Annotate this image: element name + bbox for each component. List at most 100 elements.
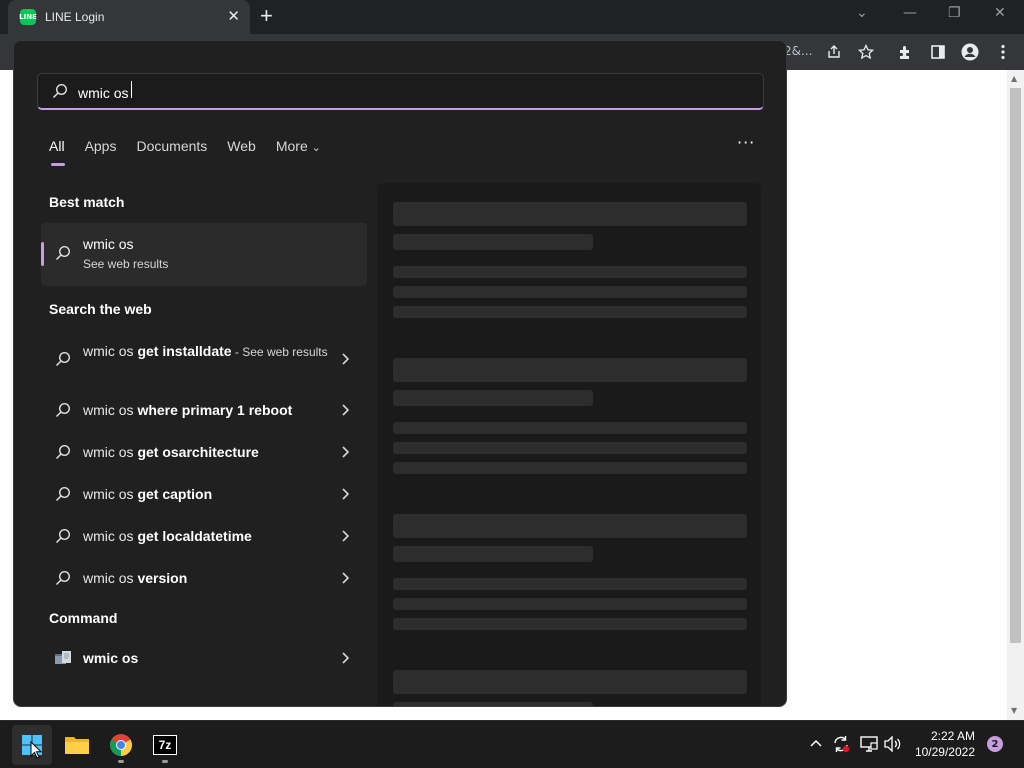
query-prefix: wmic os bbox=[83, 570, 138, 586]
minimize-icon[interactable]: — bbox=[903, 5, 917, 21]
chevron-right-icon[interactable] bbox=[341, 350, 350, 369]
profile-icon[interactable] bbox=[960, 42, 980, 62]
7zip-icon: 7z bbox=[153, 735, 177, 755]
preview-pane-loading bbox=[377, 183, 761, 706]
sync-icon[interactable] bbox=[832, 735, 850, 753]
web-result-text: wmic os get installdate - See web result… bbox=[83, 341, 333, 362]
active-tab-indicator bbox=[51, 163, 65, 166]
web-result-text: wmic os get osarchitecture bbox=[83, 442, 333, 462]
notification-badge[interactable]: 2 bbox=[987, 736, 1003, 752]
tab-more-label: More bbox=[275, 138, 308, 154]
7zip-button[interactable]: 7z bbox=[145, 725, 185, 765]
web-result-item[interactable]: wmic os get caption bbox=[41, 483, 367, 505]
tab-web[interactable]: Web bbox=[227, 138, 256, 162]
chevron-right-icon[interactable] bbox=[341, 569, 350, 588]
file-explorer-button[interactable] bbox=[57, 725, 97, 765]
text-caret bbox=[130, 81, 132, 98]
skeleton-line bbox=[393, 618, 747, 630]
query-prefix: wmic os bbox=[83, 486, 138, 502]
more-options-icon[interactable]: ··· bbox=[737, 133, 755, 152]
skeleton-line bbox=[393, 202, 747, 226]
web-result-item[interactable]: wmic os get osarchitecture bbox=[41, 441, 367, 463]
window-close-icon[interactable]: ✕ bbox=[994, 5, 1006, 21]
tab-all[interactable]: All bbox=[49, 138, 65, 166]
command-title: wmic os bbox=[83, 650, 139, 666]
browser-titlebar: LINE LINE Login ✕ + ⌄ — ❐ ✕ bbox=[0, 0, 1024, 34]
web-result-item[interactable]: wmic os get installdate - See web result… bbox=[41, 339, 367, 381]
chevron-right-icon[interactable] bbox=[341, 527, 350, 546]
search-input[interactable]: wmic os bbox=[78, 81, 678, 101]
filter-tabs: All Apps Documents Web More ⌄ bbox=[49, 138, 341, 166]
favicon-text: LINE bbox=[19, 13, 37, 21]
web-result-item[interactable]: wmic os version bbox=[41, 567, 367, 589]
tab-close-icon[interactable]: ✕ bbox=[227, 9, 240, 24]
skeleton-line bbox=[393, 598, 747, 610]
suggestion-bold: version bbox=[137, 570, 188, 586]
search-web-heading: Search the web bbox=[49, 301, 152, 317]
suggestion-bold: get localdatetime bbox=[137, 528, 252, 544]
query-prefix: wmic os bbox=[83, 444, 138, 460]
search-icon bbox=[55, 351, 71, 367]
volume-icon[interactable] bbox=[884, 736, 902, 752]
chevron-right-icon[interactable] bbox=[341, 649, 350, 668]
extensions-icon[interactable] bbox=[896, 42, 916, 62]
tab-apps[interactable]: Apps bbox=[85, 138, 117, 162]
chevron-right-icon[interactable] bbox=[341, 443, 350, 462]
search-icon bbox=[52, 83, 68, 99]
search-icon bbox=[55, 444, 71, 460]
search-box[interactable]: wmic os bbox=[37, 73, 764, 110]
command-result-item[interactable]: wmic os bbox=[41, 647, 367, 669]
query-prefix: wmic os bbox=[83, 402, 138, 418]
tab-title: LINE Login bbox=[45, 10, 105, 24]
web-result-text: wmic os get localdatetime bbox=[83, 526, 333, 546]
web-result-text: wmic os where primary 1 reboot bbox=[83, 400, 333, 420]
scroll-up-arrow-icon[interactable]: ▲ bbox=[1011, 74, 1017, 83]
skeleton-line bbox=[393, 462, 747, 474]
best-match-result[interactable]: wmic os See web results bbox=[41, 223, 367, 286]
page-scrollbar[interactable]: ▲ ▼ bbox=[1007, 70, 1024, 720]
side-panel-icon[interactable] bbox=[928, 42, 948, 62]
tab-more[interactable]: More ⌄ bbox=[276, 138, 321, 162]
search-icon bbox=[55, 486, 71, 502]
command-heading: Command bbox=[49, 610, 118, 626]
running-indicator bbox=[162, 760, 168, 763]
menu-icon[interactable] bbox=[993, 42, 1013, 62]
chrome-button[interactable] bbox=[101, 725, 141, 765]
suggestion-bold: get caption bbox=[137, 486, 213, 502]
skeleton-line bbox=[393, 390, 593, 406]
best-match-title: wmic os bbox=[83, 236, 134, 252]
suggestion-bold: get osarchitecture bbox=[137, 444, 259, 460]
scroll-down-arrow-icon[interactable]: ▼ bbox=[1011, 706, 1017, 715]
screen: LINE LINE Login ✕ + ⌄ — ❐ ✕ 2&... ▲ ▼ wm… bbox=[0, 0, 1024, 768]
share-icon[interactable] bbox=[824, 42, 844, 62]
omnibox-url-tail[interactable]: 2&... bbox=[784, 44, 812, 58]
taskbar-clock[interactable]: 2:22 AM 10/29/2022 bbox=[905, 728, 975, 760]
skeleton-line bbox=[393, 306, 747, 318]
star-icon[interactable] bbox=[856, 42, 876, 62]
browser-tab[interactable]: LINE LINE Login ✕ bbox=[8, 0, 250, 34]
start-button[interactable] bbox=[12, 725, 52, 765]
new-tab-button[interactable]: + bbox=[260, 5, 273, 27]
chevron-right-icon[interactable] bbox=[341, 401, 350, 420]
search-icon bbox=[55, 528, 71, 544]
command-prompt-icon bbox=[55, 651, 71, 664]
skeleton-line bbox=[393, 578, 747, 590]
network-icon[interactable] bbox=[860, 736, 878, 752]
line-favicon-icon: LINE bbox=[19, 9, 37, 25]
clock-time: 2:22 AM bbox=[930, 729, 975, 743]
web-result-item[interactable]: wmic os get localdatetime bbox=[41, 525, 367, 547]
tab-documents[interactable]: Documents bbox=[136, 138, 207, 162]
web-result-text: wmic os get caption bbox=[83, 484, 333, 504]
restore-icon[interactable]: ❐ bbox=[948, 5, 961, 21]
skeleton-line bbox=[393, 234, 593, 250]
scroll-thumb[interactable] bbox=[1010, 88, 1021, 643]
skeleton-line bbox=[393, 266, 747, 278]
web-result-item[interactable]: wmic os where primary 1 reboot bbox=[41, 399, 367, 421]
chevron-up-icon[interactable] bbox=[810, 739, 822, 747]
tab-all-label: All bbox=[49, 138, 65, 154]
skeleton-line bbox=[393, 422, 747, 434]
chevron-right-icon[interactable] bbox=[341, 485, 350, 504]
tab-search-dropdown-icon[interactable]: ⌄ bbox=[856, 5, 868, 21]
skeleton-line bbox=[393, 358, 747, 382]
skeleton-line bbox=[393, 286, 747, 298]
